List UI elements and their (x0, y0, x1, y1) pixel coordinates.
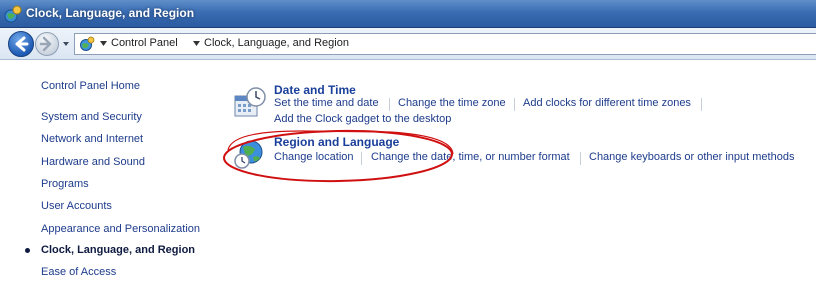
nav-programs[interactable]: Programs (41, 178, 89, 190)
nav-ease-of-access[interactable]: Ease of Access (41, 266, 116, 278)
task-separator (389, 98, 390, 111)
task-separator (701, 98, 702, 111)
navigation-bar: Control Panel Clock, Language, and Regio… (0, 28, 816, 60)
region-and-language-heading[interactable]: Region and Language (274, 135, 399, 149)
date-and-time-heading[interactable]: Date and Time (274, 83, 356, 97)
nav-hardware-and-sound[interactable]: Hardware and Sound (41, 156, 145, 168)
address-bar[interactable]: Control Panel Clock, Language, and Regio… (74, 33, 816, 55)
breadcrumb-separator-icon[interactable] (193, 40, 200, 47)
nav-appearance-and-personalization[interactable]: Appearance and Personalization (41, 223, 200, 235)
globe-clock-icon[interactable] (233, 137, 267, 171)
breadcrumb-clock-language-region[interactable]: Clock, Language, and Region (204, 37, 349, 49)
nav-control-panel-home[interactable]: Control Panel Home (41, 80, 140, 92)
change-time-zone-link[interactable]: Change the time zone (398, 97, 506, 109)
nav-clock-language-and-region: Clock, Language, and Region (41, 244, 196, 256)
calendar-clock-icon[interactable] (233, 86, 267, 120)
forward-button[interactable] (35, 32, 59, 56)
add-clock-gadget-link[interactable]: Add the Clock gadget to the desktop (274, 113, 451, 125)
breadcrumb-separator-icon[interactable] (100, 40, 107, 47)
change-keyboards-link[interactable]: Change keyboards or other input methods (589, 151, 794, 163)
breadcrumb-control-panel[interactable]: Control Panel (111, 37, 178, 49)
task-separator (361, 152, 362, 165)
recent-pages-dropdown[interactable] (61, 38, 71, 50)
control-panel-globe-icon (80, 36, 95, 51)
nav-user-accounts[interactable]: User Accounts (41, 200, 112, 212)
back-button[interactable] (8, 31, 34, 57)
nav-network-and-internet[interactable]: Network and Internet (41, 133, 143, 145)
task-separator (514, 98, 515, 111)
arrow-left-icon (15, 36, 29, 52)
change-date-time-number-format-link[interactable]: Change the date, time, or number format (371, 151, 570, 163)
title-bar: Clock, Language, and Region (0, 0, 816, 28)
current-page-bullet (25, 248, 30, 253)
set-time-and-date-link[interactable]: Set the time and date (274, 97, 379, 109)
change-location-link[interactable]: Change location (274, 151, 354, 163)
arrow-right-icon (39, 36, 52, 52)
window-title: Clock, Language, and Region (26, 6, 195, 20)
add-clocks-link[interactable]: Add clocks for different time zones (523, 97, 691, 109)
left-navigation-pane: Control Panel Home System and Security N… (0, 61, 215, 291)
control-panel-icon (4, 5, 22, 23)
task-separator (580, 152, 581, 165)
nav-system-and-security[interactable]: System and Security (41, 111, 142, 123)
